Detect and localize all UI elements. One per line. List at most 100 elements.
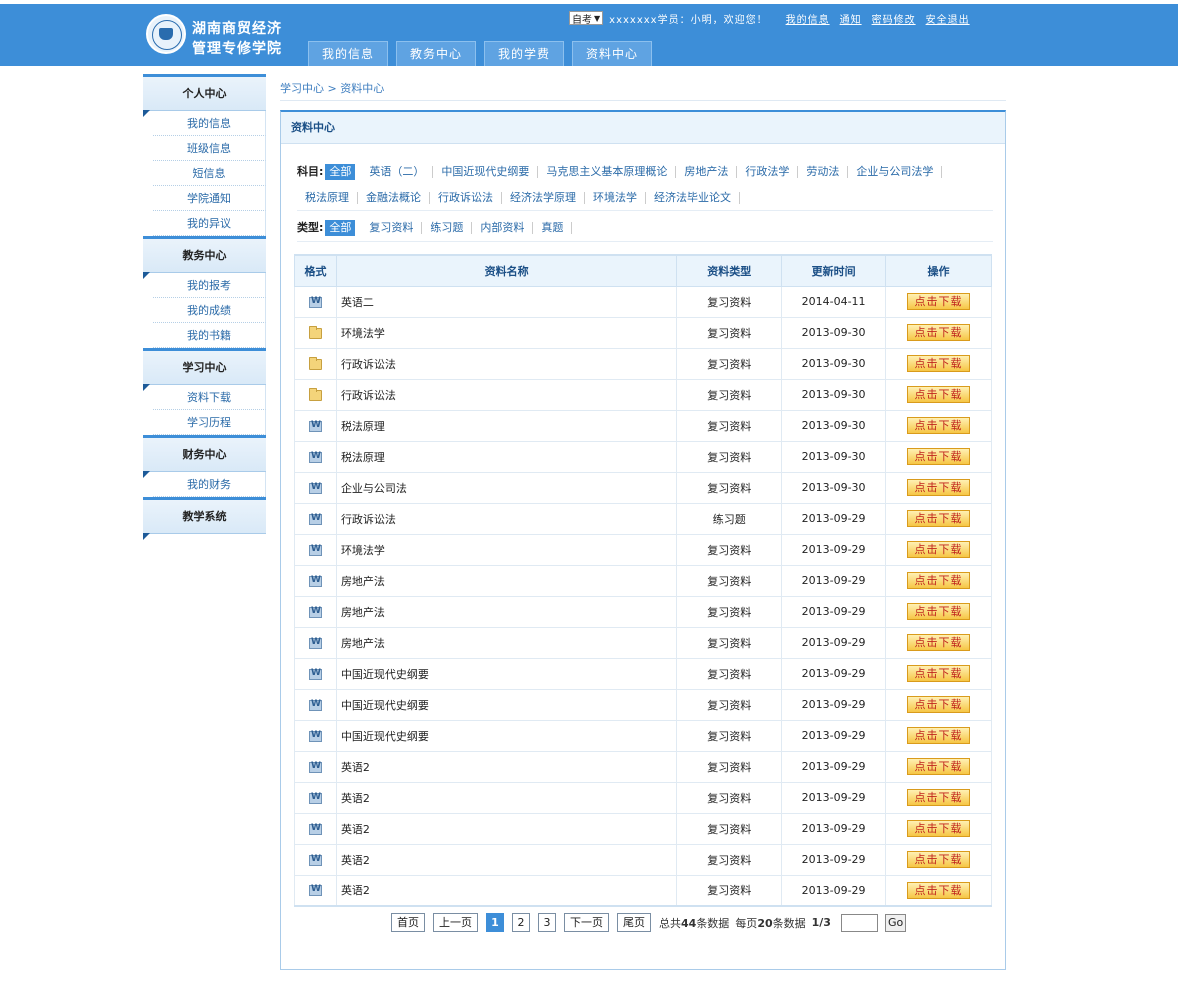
sidebar-group-title[interactable]: 教务中心 [143,236,266,279]
sidebar-group-title[interactable]: 个人中心 [143,74,266,117]
sidebar-item[interactable]: 我的成绩 [153,298,266,323]
download-button[interactable]: 点击下载 [907,851,971,868]
sidebar-item[interactable]: 我的信息 [153,111,266,136]
subject-filter-option[interactable]: 经济法毕业论文 [646,192,740,204]
subject-filter-option[interactable]: 中国近现代史纲要 [433,166,539,178]
update-date: 2013-09-29 [781,502,887,535]
download-button[interactable]: 点击下载 [907,820,971,837]
sidebar-group-title[interactable]: 学习中心 [143,348,266,391]
sidebar-item[interactable]: 我的报考 [153,273,266,298]
download-button[interactable]: 点击下载 [907,293,971,310]
page-button-2[interactable]: 2 [512,913,530,932]
sidebar-item[interactable]: 学习历程 [153,410,266,435]
download-button[interactable]: 点击下载 [907,603,971,620]
subject-filter-option[interactable]: 全部 [325,164,356,180]
school-logo[interactable]: 湖南商贸经济 管理专修学院 [146,14,296,57]
link-logout[interactable]: 安全退出 [926,11,970,26]
go-button[interactable]: Go [884,913,907,932]
sidebar-item[interactable]: 我的异议 [153,211,266,236]
link-my-info[interactable]: 我的信息 [786,11,830,26]
update-date: 2013-09-30 [781,409,887,442]
prev-page-button[interactable]: 上一页 [433,913,478,932]
folder-icon [308,325,322,339]
subject-filter-option[interactable]: 经济法学原理 [502,192,585,204]
table-header-row: 格式 资料名称 资料类型 更新时间 操作 [294,254,992,287]
sidebar-item[interactable]: 资料下载 [153,385,266,410]
type-filter-option[interactable]: 全部 [325,220,356,236]
resource-type: 复习资料 [676,378,783,411]
word-document-icon [308,296,322,308]
jump-page-input[interactable] [840,913,878,932]
link-notice[interactable]: 通知 [840,11,862,26]
subject-filter-option[interactable]: 房地产法 [676,166,738,178]
download-button[interactable]: 点击下载 [907,448,971,465]
greeting-text: xxxxxxx学员：小明，欢迎您！ [609,14,768,26]
update-date: 2013-09-30 [781,316,887,349]
download-button[interactable]: 点击下载 [907,789,971,806]
exam-type-select[interactable]: 自考 ▼ [569,11,604,26]
download-button[interactable]: 点击下载 [907,355,971,372]
action-cell: 点击下载 [885,533,992,566]
subject-filter-option[interactable]: 企业与公司法学 [848,166,943,178]
link-change-password[interactable]: 密码修改 [872,11,916,26]
download-button[interactable]: 点击下载 [907,541,971,558]
per-page-prefix: 每页 [735,916,758,930]
update-date: 2013-09-29 [781,564,887,597]
download-button[interactable]: 点击下载 [907,881,971,899]
sidebar-item[interactable]: 学院通知 [153,186,266,211]
type-filter-option[interactable]: 内部资料 [472,222,534,234]
download-button[interactable]: 点击下载 [907,727,971,744]
first-page-button[interactable]: 首页 [391,913,425,932]
type-filter-option[interactable]: 复习资料 [361,222,423,234]
download-button[interactable]: 点击下载 [907,417,971,434]
table-row: 房地产法复习资料2013-09-29 点击下载 [294,626,992,659]
download-button[interactable]: 点击下载 [907,479,971,496]
subject-filter-option[interactable]: 行政法学 [737,166,799,178]
download-button[interactable]: 点击下载 [907,386,971,403]
download-button[interactable]: 点击下载 [907,324,971,341]
update-date: 2013-09-29 [781,595,887,628]
total-prefix: 总共 [659,916,681,930]
word-document-icon [308,668,322,680]
action-cell: 点击下载 [885,316,992,349]
resource-name: 中国近现代史纲要 [335,657,678,690]
word-document-icon [308,854,322,866]
tab-resources[interactable]: 资料中心 [572,41,652,66]
sidebar-group-title[interactable]: 财务中心 [143,435,266,478]
sidebar-item[interactable]: 我的书籍 [153,323,266,348]
format-cell [294,626,337,659]
word-document-icon [308,482,322,494]
type-filter-option[interactable]: 练习题 [422,222,473,234]
subject-filter-option[interactable]: 行政诉讼法 [430,192,502,204]
page-button-1[interactable]: 1 [486,913,504,932]
last-page-button[interactable]: 尾页 [617,913,651,932]
sidebar-item[interactable]: 班级信息 [153,136,266,161]
word-document-icon [308,575,322,587]
download-button[interactable]: 点击下载 [907,510,971,527]
tab-tuition[interactable]: 我的学费 [484,41,564,66]
sidebar-item[interactable]: 我的财务 [153,472,266,497]
action-cell: 点击下载 [885,719,992,752]
download-button[interactable]: 点击下载 [907,572,971,589]
subject-filter-option[interactable]: 金融法概论 [358,192,430,204]
subject-filter-option[interactable]: 税法原理 [297,192,358,204]
download-button[interactable]: 点击下载 [907,665,971,682]
subject-filter-option[interactable]: 环境法学 [585,192,646,204]
subject-filter-option[interactable]: 马克思主义基本原理概论 [538,166,677,178]
logo-line-2: 管理专修学院 [192,41,282,57]
sidebar-item[interactable]: 短信息 [153,161,266,186]
sidebar: 个人中心 我的信息 班级信息 短信息 学院通知 我的异议 教务中心 我的报考 我的成绩 我的书籍学… [143,74,266,540]
type-filter-option[interactable]: 真题 [533,222,573,234]
sidebar-group-title[interactable]: 教学系统 [143,497,266,540]
table-row: 中国近现代史纲要复习资料2013-09-29 点击下载 [294,688,992,721]
next-page-button[interactable]: 下一页 [564,913,609,932]
tab-my-info[interactable]: 我的信息 [308,41,388,66]
download-button[interactable]: 点击下载 [907,696,971,713]
download-button[interactable]: 点击下载 [907,758,971,775]
col-type: 资料类型 [676,254,783,287]
page-button-3[interactable]: 3 [538,913,556,932]
download-button[interactable]: 点击下载 [907,634,971,651]
subject-filter-option[interactable]: 英语（二） [361,166,434,178]
subject-filter-option[interactable]: 劳动法 [798,166,849,178]
tab-academic[interactable]: 教务中心 [396,41,476,66]
